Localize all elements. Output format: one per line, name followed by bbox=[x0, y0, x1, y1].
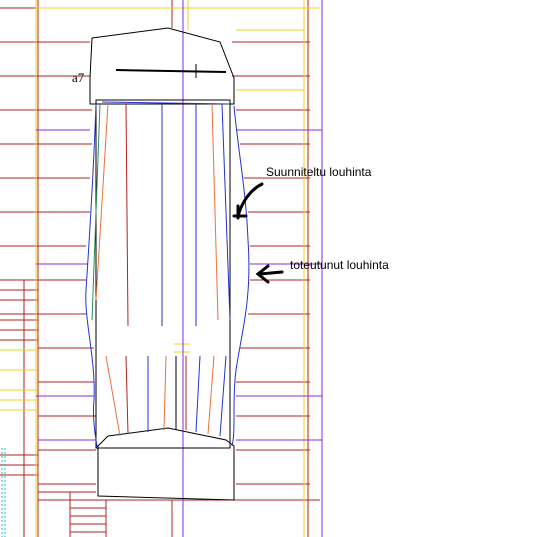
drawing-canvas: a7 Suunniteltu louhinta toteutunut louhi… bbox=[0, 0, 533, 537]
red-grid-horizontal bbox=[0, 7, 320, 533]
cyan-edge bbox=[1, 448, 6, 537]
drill-holes bbox=[91, 103, 231, 437]
yellow-grid bbox=[0, 0, 320, 537]
actual-excavation-label: toteutunut louhinta bbox=[290, 258, 389, 272]
actual-excavation-outline bbox=[85, 101, 250, 453]
purple-grid bbox=[36, 0, 323, 537]
arrow-planned-icon bbox=[232, 182, 264, 220]
section-id-label: a7 bbox=[72, 70, 85, 85]
planned-excavation-label: Suunniteltu louhinta bbox=[266, 165, 372, 179]
